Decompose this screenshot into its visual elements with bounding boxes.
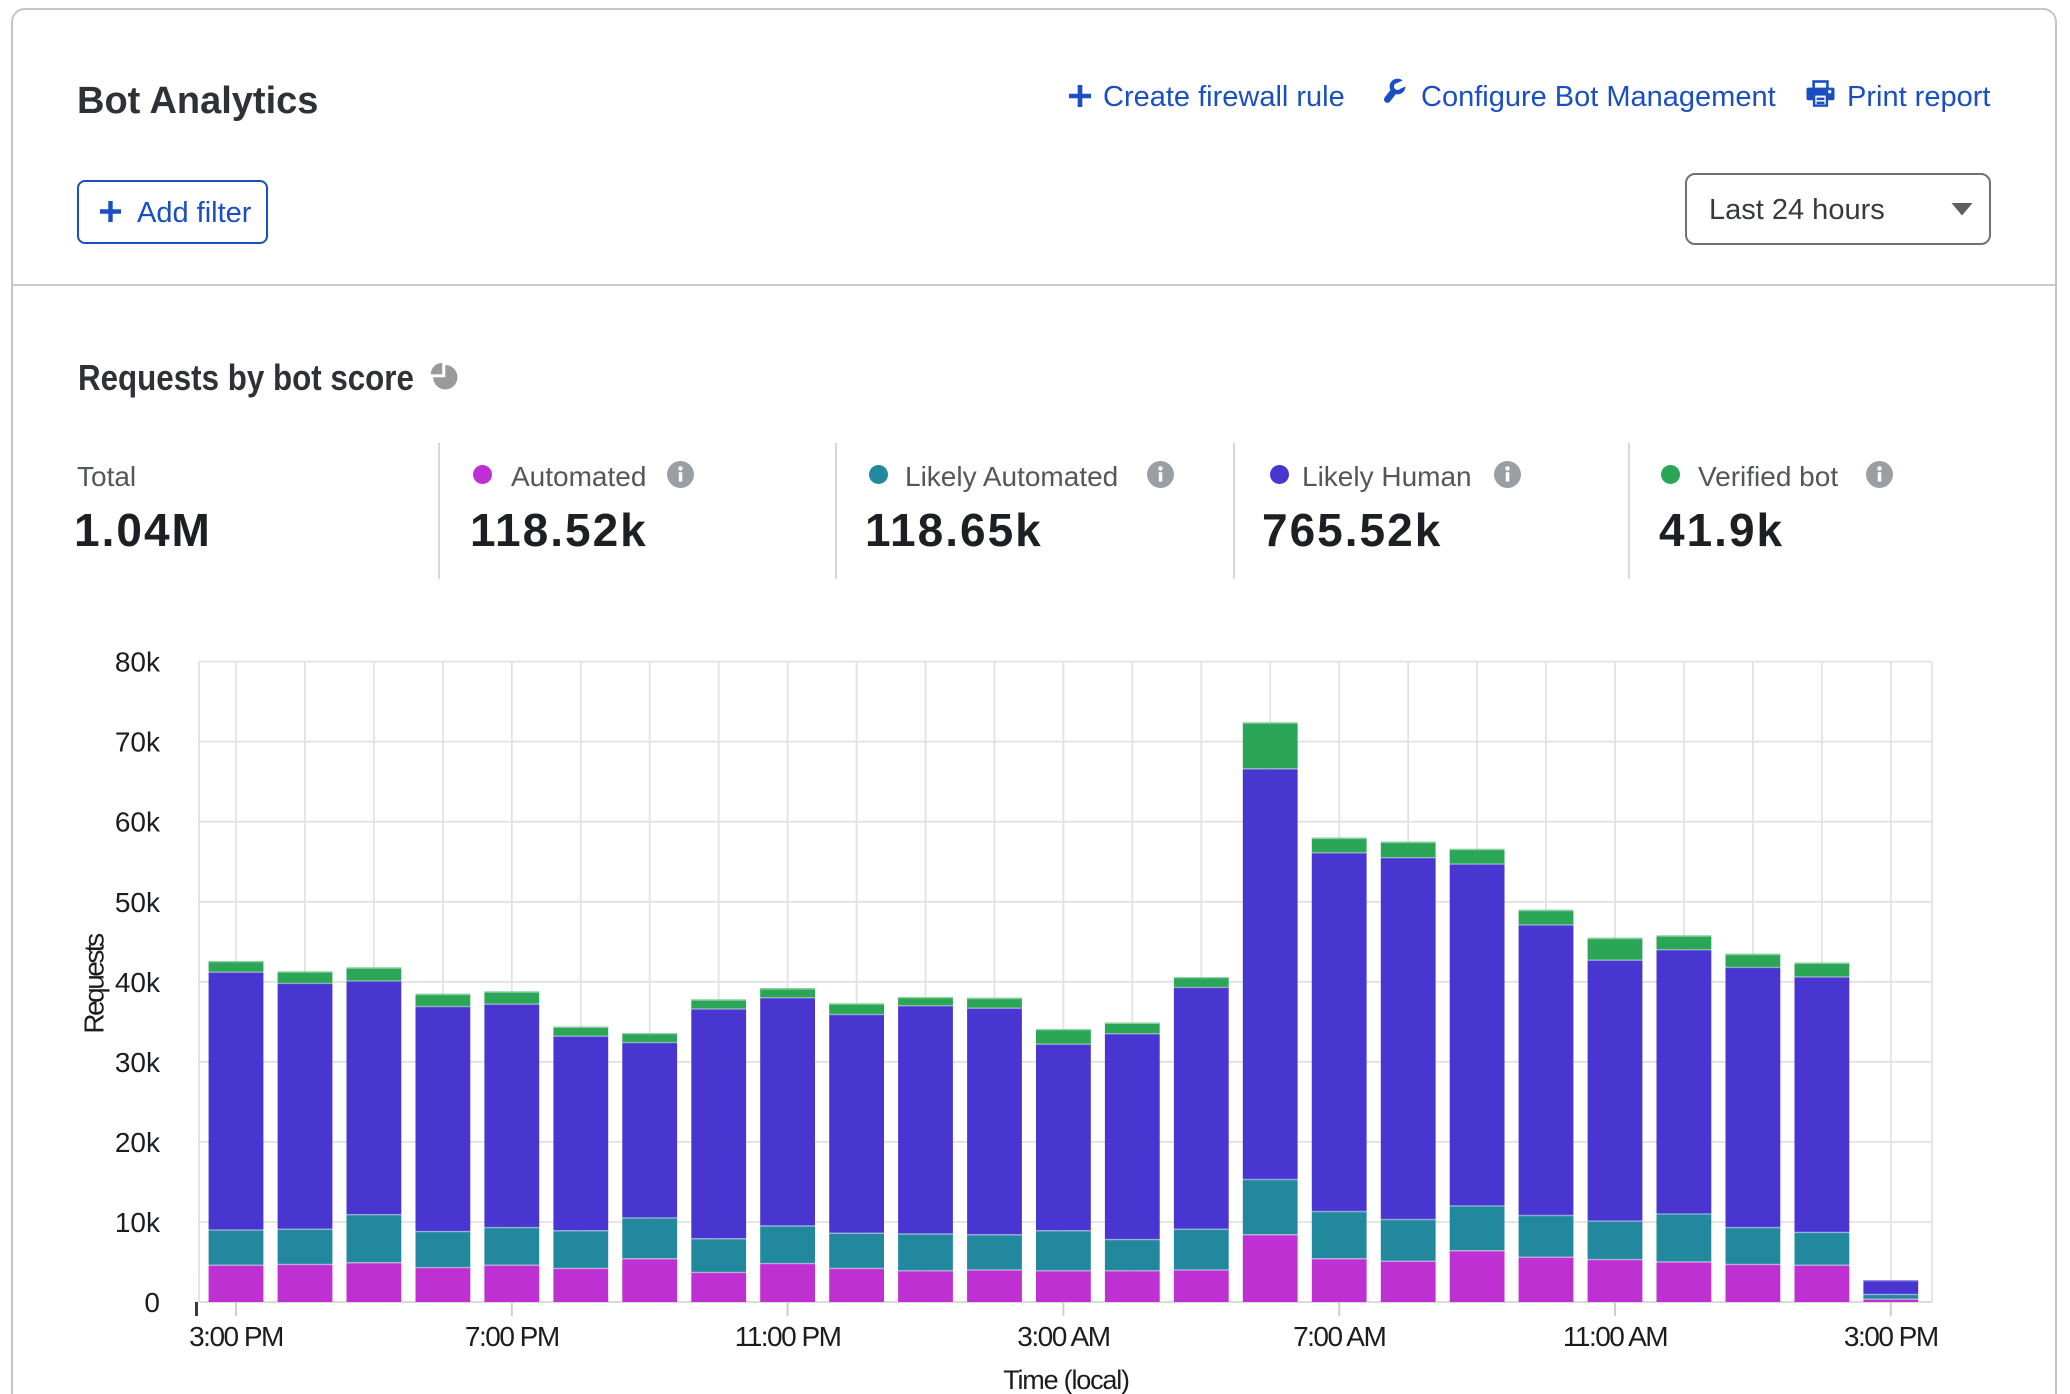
- svg-text:20k: 20k: [115, 1127, 161, 1158]
- svg-text:Time (local): Time (local): [1003, 1365, 1129, 1394]
- svg-text:Requests: Requests: [79, 934, 110, 1034]
- svg-text:40k: 40k: [115, 967, 161, 998]
- svg-text:70k: 70k: [115, 727, 161, 758]
- svg-text:7:00 PM: 7:00 PM: [465, 1321, 559, 1352]
- svg-text:50k: 50k: [115, 887, 161, 918]
- svg-text:30k: 30k: [115, 1047, 161, 1078]
- svg-text:80k: 80k: [115, 647, 161, 678]
- svg-text:11:00 AM: 11:00 AM: [1563, 1321, 1667, 1352]
- svg-text:10k: 10k: [115, 1207, 161, 1238]
- svg-text:3:00 PM: 3:00 PM: [189, 1321, 283, 1352]
- svg-text:3:00 PM: 3:00 PM: [1844, 1321, 1938, 1352]
- svg-text:60k: 60k: [115, 807, 161, 838]
- svg-text:7:00 AM: 7:00 AM: [1293, 1321, 1385, 1352]
- svg-text:11:00 PM: 11:00 PM: [735, 1321, 841, 1352]
- svg-text:0: 0: [144, 1287, 160, 1318]
- svg-text:3:00 AM: 3:00 AM: [1017, 1321, 1109, 1352]
